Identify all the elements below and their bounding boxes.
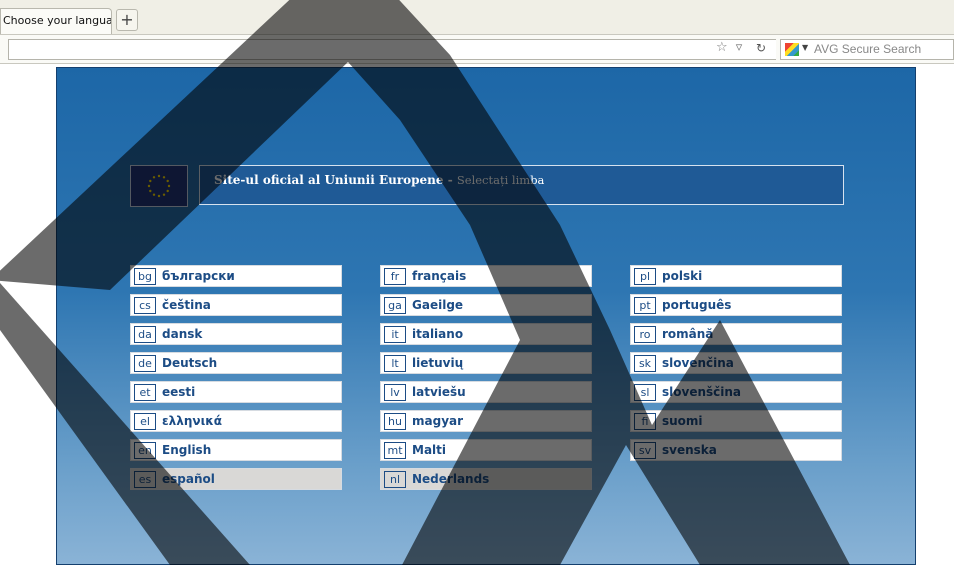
language-label: Malti [412, 443, 447, 457]
language-code: sv [634, 441, 656, 459]
language-label: italiano [412, 327, 464, 341]
bookmark-star-icon[interactable]: ☆ ▿ [716, 40, 744, 55]
language-label: polski [662, 269, 703, 283]
language-link-pt[interactable]: pt português [630, 294, 842, 316]
avg-logo-icon[interactable] [785, 43, 799, 56]
language-code: lv [384, 383, 406, 401]
title-separator: - [443, 173, 457, 187]
language-code: ro [634, 325, 656, 343]
language-link-sl[interactable]: sl slovenščina [630, 381, 842, 403]
language-link-nl[interactable]: nl Nederlands [380, 468, 592, 490]
language-link-bg[interactable]: bg български [130, 265, 342, 287]
language-code: nl [384, 470, 406, 488]
search-box[interactable]: ▼ AVG Secure Search [780, 39, 954, 60]
language-label: magyar [412, 414, 464, 428]
language-label: español [162, 472, 215, 486]
language-code: en [134, 441, 156, 459]
language-link-ga[interactable]: ga Gaeilge [380, 294, 592, 316]
language-label: română [662, 327, 714, 341]
language-label: български [162, 269, 235, 283]
language-link-sv[interactable]: sv svenska [630, 439, 842, 461]
language-link-sk[interactable]: sk slovenčina [630, 352, 842, 374]
language-code: it [384, 325, 406, 343]
language-code: ga [384, 296, 406, 314]
language-code: cs [134, 296, 156, 314]
language-link-ro[interactable]: ro română [630, 323, 842, 345]
language-link-en[interactable]: en English [130, 439, 342, 461]
browser-tab[interactable]: Choose your langua... [0, 8, 112, 34]
language-label: slovenščina [662, 385, 742, 399]
language-link-lt[interactable]: lt lietuvių [380, 352, 592, 374]
language-label: latviešu [412, 385, 466, 399]
language-link-cs[interactable]: cs čeština [130, 294, 342, 316]
language-link-hu[interactable]: hu magyar [380, 410, 592, 432]
language-link-es[interactable]: es español [130, 468, 342, 490]
site-title: Site-ul oficial al Uniunii Europene [214, 173, 444, 187]
language-code: mt [384, 441, 406, 459]
language-label: Deutsch [162, 356, 218, 370]
language-label: lietuvių [412, 356, 464, 370]
language-code: bg [134, 267, 156, 285]
navigation-toolbar: ☆ ▿ ↻ ▼ AVG Secure Search [0, 34, 954, 64]
page-title: Site-ul oficial al Uniunii Europene - Se… [199, 165, 844, 205]
language-code: sk [634, 354, 656, 372]
language-code: fr [384, 267, 406, 285]
search-input[interactable]: AVG Secure Search [814, 42, 921, 56]
language-label: Gaeilge [412, 298, 464, 312]
language-link-et[interactable]: et eesti [130, 381, 342, 403]
language-code: da [134, 325, 156, 343]
new-tab-button[interactable]: + [116, 9, 138, 31]
language-link-de[interactable]: de Deutsch [130, 352, 342, 374]
reload-icon[interactable]: ↻ [756, 41, 766, 55]
tab-title: Choose your langua... [3, 14, 112, 27]
language-label: dansk [162, 327, 203, 341]
language-code: es [134, 470, 156, 488]
language-label: English [162, 443, 212, 457]
language-code: et [134, 383, 156, 401]
language-label: ελληνικά [162, 414, 223, 428]
language-code: hu [384, 412, 406, 430]
language-label: português [662, 298, 732, 312]
language-link-mt[interactable]: mt Malti [380, 439, 592, 461]
language-link-fr[interactable]: fr français [380, 265, 592, 287]
language-label: français [412, 269, 467, 283]
language-link-lv[interactable]: lv latviešu [380, 381, 592, 403]
language-label: čeština [162, 298, 211, 312]
tab-strip: Choose your langua... + [0, 0, 954, 34]
language-code: el [134, 412, 156, 430]
language-label: slovenčina [662, 356, 734, 370]
chevron-down-icon[interactable]: ▼ [802, 43, 808, 52]
page-subtitle: Selectați limba [456, 173, 545, 187]
language-label: suomi [662, 414, 703, 428]
language-link-fi[interactable]: fi suomi [630, 410, 842, 432]
language-code: de [134, 354, 156, 372]
language-link-da[interactable]: da dansk [130, 323, 342, 345]
language-label: Nederlands [412, 472, 490, 486]
address-bar[interactable] [8, 39, 776, 60]
language-link-el[interactable]: el ελληνικά [130, 410, 342, 432]
language-code: pl [634, 267, 656, 285]
language-link-pl[interactable]: pl polski [630, 265, 842, 287]
language-label: svenska [662, 443, 717, 457]
language-code: pt [634, 296, 656, 314]
language-code: fi [634, 412, 656, 430]
language-code: sl [634, 383, 656, 401]
language-code: lt [384, 354, 406, 372]
eu-flag-icon [130, 165, 188, 207]
language-link-it[interactable]: it italiano [380, 323, 592, 345]
language-label: eesti [162, 385, 196, 399]
page-content: Site-ul oficial al Uniunii Europene - Se… [56, 67, 916, 565]
